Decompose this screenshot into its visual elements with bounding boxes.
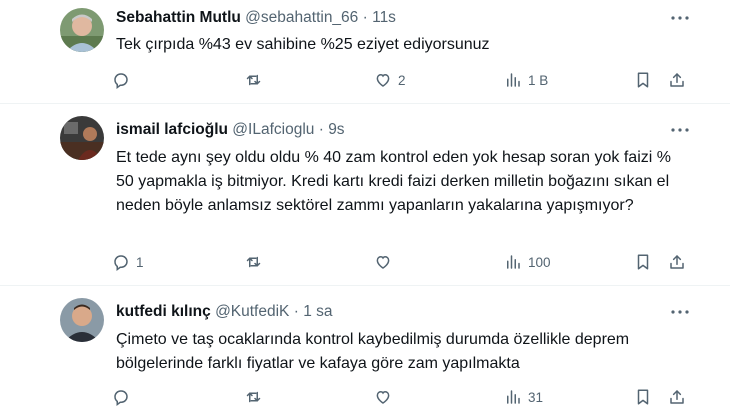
timestamp[interactable]: 1 sa — [303, 303, 332, 320]
avatar[interactable] — [60, 298, 104, 342]
more-icon[interactable] — [668, 302, 692, 322]
action-bar: 1 100 — [112, 249, 692, 275]
views-icon — [507, 390, 520, 404]
like-button[interactable] — [374, 249, 398, 275]
reply-count: 1 — [136, 254, 144, 270]
views-icon — [507, 255, 520, 269]
like-button[interactable] — [374, 384, 398, 410]
separator-dot: · — [293, 303, 299, 320]
tweet-feed: Sebahattin Mutlu @sebahattin_66 · 11s Te… — [0, 0, 730, 420]
reply-icon — [114, 73, 128, 89]
tweet[interactable]: Sebahattin Mutlu @sebahattin_66 · 11s Te… — [0, 0, 730, 104]
bookmark-icon — [637, 254, 649, 270]
bookmark-button[interactable] — [634, 249, 652, 275]
share-icon — [670, 255, 684, 269]
bookmark-button[interactable] — [634, 384, 652, 410]
reply-icon — [114, 390, 128, 406]
tweet-text: Et tede aynı şey oldu oldu % 40 zam kont… — [116, 149, 671, 214]
bookmark-icon — [637, 72, 649, 88]
separator-dot: · — [362, 9, 368, 26]
reply-button[interactable] — [112, 384, 136, 410]
heart-icon — [376, 390, 390, 404]
tweet-text: Çimeto ve taş ocaklarında kontrol kaybed… — [116, 331, 630, 372]
retweet-icon — [246, 256, 261, 268]
action-bar: 2 1 B — [112, 67, 692, 93]
retweet-icon — [246, 391, 261, 403]
view-count: 100 — [528, 254, 551, 270]
avatar[interactable] — [60, 8, 104, 52]
share-button[interactable] — [668, 249, 686, 275]
tweet-text: Tek çırpıda %43 ev sahibine %25 eziyet e… — [116, 36, 490, 53]
more-icon[interactable] — [668, 120, 692, 140]
like-button[interactable]: 2 — [374, 67, 406, 93]
bookmark-button[interactable] — [634, 67, 652, 93]
view-count: 1 B — [528, 72, 549, 88]
heart-icon — [376, 73, 390, 87]
views-button[interactable]: 1 B — [504, 67, 548, 93]
reply-icon — [114, 255, 128, 271]
author-handle[interactable]: @sebahattin_66 — [245, 9, 358, 26]
reply-button[interactable] — [112, 67, 136, 93]
avatar[interactable] — [60, 116, 104, 160]
share-icon — [670, 73, 684, 87]
share-button[interactable] — [668, 384, 686, 410]
author-name[interactable]: kutfedi kılınç — [116, 303, 211, 320]
retweet-button[interactable] — [244, 67, 269, 93]
author-name[interactable]: Sebahattin Mutlu — [116, 9, 241, 26]
retweet-icon — [246, 74, 261, 86]
views-icon — [507, 73, 520, 87]
author-name[interactable]: ismail lafcioğlu — [116, 121, 228, 138]
author-handle[interactable]: @KutfediK — [215, 303, 289, 320]
timestamp[interactable]: 11s — [372, 9, 396, 26]
heart-icon — [376, 255, 390, 269]
reply-button[interactable]: 1 — [112, 249, 144, 275]
separator-dot: · — [318, 121, 324, 138]
view-count: 31 — [528, 389, 544, 405]
views-button[interactable]: 31 — [504, 384, 543, 410]
tweet[interactable]: ismail lafcioğlu @ILafcioglu · 9s Et ted… — [0, 104, 730, 286]
views-button[interactable]: 100 — [504, 249, 551, 275]
action-bar: 31 — [112, 384, 692, 410]
more-icon[interactable] — [668, 8, 692, 28]
share-button[interactable] — [668, 67, 686, 93]
retweet-button[interactable] — [244, 384, 269, 410]
timestamp[interactable]: 9s — [328, 121, 344, 138]
retweet-button[interactable] — [244, 249, 269, 275]
share-icon — [670, 390, 684, 404]
like-count: 2 — [398, 72, 406, 88]
author-handle[interactable]: @ILafcioglu — [232, 121, 314, 138]
tweet[interactable]: kutfedi kılınç @KutfediK · 1 sa Çimeto v… — [0, 286, 730, 420]
bookmark-icon — [637, 389, 649, 405]
